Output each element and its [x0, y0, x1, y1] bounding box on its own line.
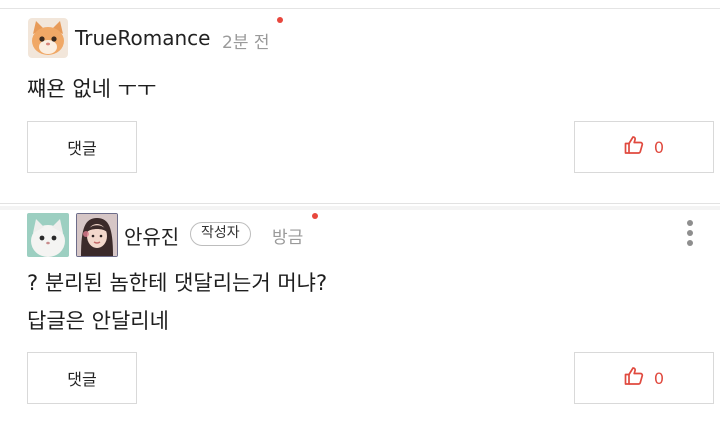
comment-item: TrueRomance 2분 전 쨰욘 없네 ㅜㅜ 댓글 0	[0, 9, 720, 203]
comment-body-line: 쨰욘 없네 ㅜㅜ	[27, 77, 157, 101]
new-indicator-dot	[277, 17, 283, 23]
reply-button[interactable]: 댓글	[27, 352, 137, 404]
author-name[interactable]: TrueRomance	[75, 26, 210, 50]
comment-time: 방금	[272, 228, 304, 248]
reply-button[interactable]: 댓글	[27, 121, 137, 173]
avatar-cat[interactable]	[28, 18, 68, 58]
thumbs-up-icon	[624, 366, 644, 390]
comment-item: 안유진 작성자 방금 ? 분리된 놈한테 댓달리는거 머냐? 답글은 안달리네 …	[0, 204, 720, 424]
like-count: 0	[653, 137, 665, 157]
new-indicator-dot	[312, 213, 318, 219]
author-name[interactable]: 안유진	[124, 221, 179, 250]
comment-time: 2분 전	[222, 33, 270, 53]
thumbs-up-icon	[624, 135, 644, 159]
comment-body-line: 답글은 안달리네	[27, 309, 169, 333]
avatar-profile-photo[interactable]	[76, 213, 118, 257]
like-button[interactable]: 0	[574, 121, 714, 173]
like-count: 0	[653, 368, 665, 388]
reply-button-label: 댓글	[67, 370, 97, 389]
like-button[interactable]: 0	[574, 352, 714, 404]
author-badge: 작성자	[190, 222, 251, 246]
reply-button-label: 댓글	[67, 139, 97, 158]
more-vertical-icon[interactable]	[685, 220, 695, 246]
comment-body-line: ? 분리된 놈한테 댓달리는거 머냐?	[27, 271, 328, 295]
top-divider	[0, 0, 720, 9]
avatar-white-cat[interactable]	[27, 213, 69, 257]
